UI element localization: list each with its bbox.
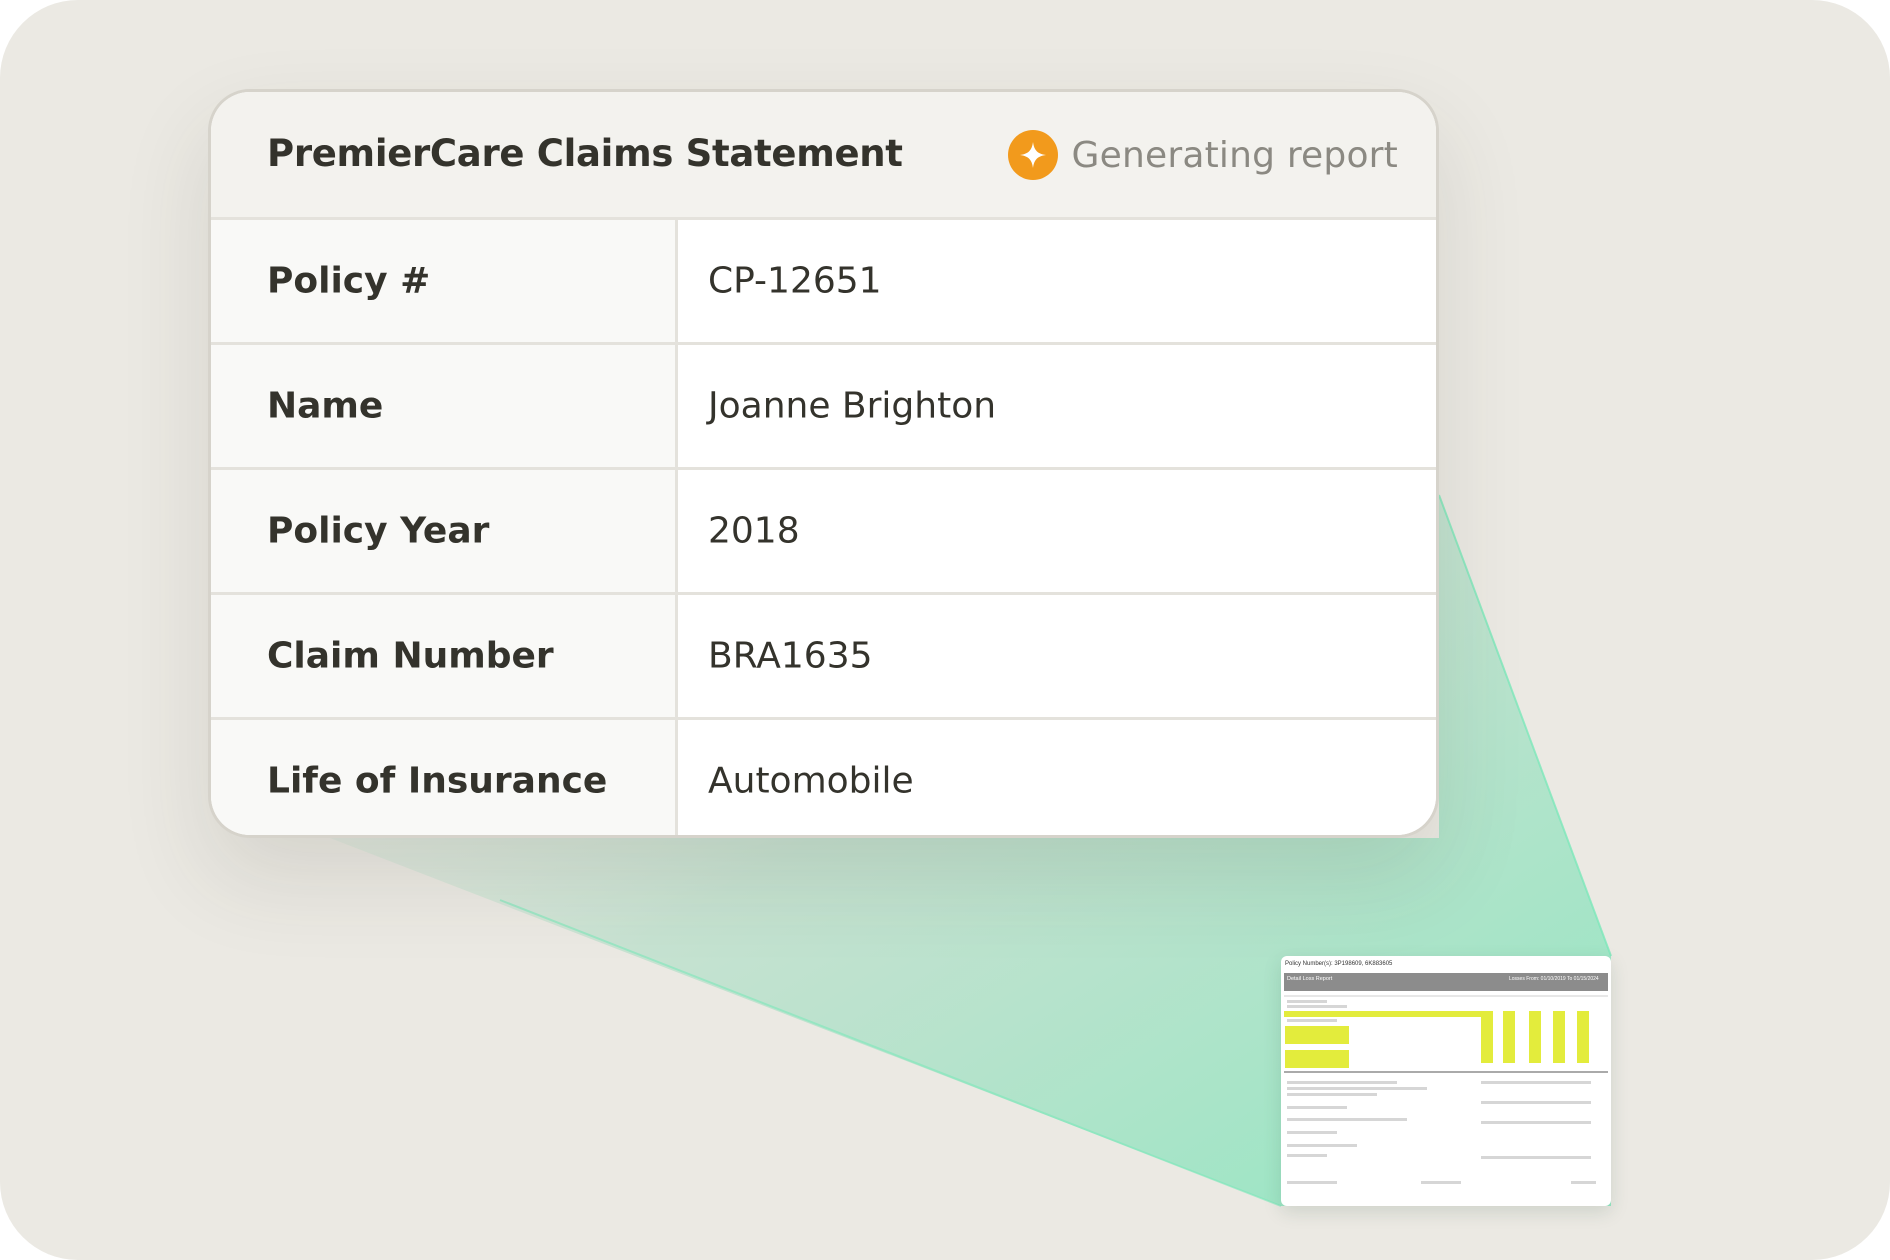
row-label: Claim Number xyxy=(267,635,554,677)
row-value-cell: Joanne Brighton xyxy=(678,345,1436,467)
row-label-cell: Life of Insurance xyxy=(211,720,678,835)
row-policy-year: Policy Year 2018 xyxy=(211,470,1436,595)
row-label-cell: Claim Number xyxy=(211,595,678,717)
row-label: Name xyxy=(267,385,384,427)
row-name: Name Joanne Brighton xyxy=(211,345,1436,470)
generating-status: Generating report xyxy=(1007,130,1398,180)
row-value: 2018 xyxy=(708,510,800,552)
claims-statement-card: PremierCare Claims Statement Generating … xyxy=(208,89,1439,838)
row-label: Policy Year xyxy=(267,510,490,552)
row-value: BRA1635 xyxy=(708,635,873,677)
row-label-cell: Name xyxy=(211,345,678,467)
row-value: CP-12651 xyxy=(708,260,882,302)
sparkle-icon xyxy=(1007,130,1058,180)
card-title: PremierCare Claims Statement xyxy=(267,132,903,175)
canvas-background: PremierCare Claims Statement Generating … xyxy=(0,0,1890,1260)
card-header: PremierCare Claims Statement Generating … xyxy=(211,92,1436,220)
row-value-cell: 2018 xyxy=(678,470,1436,592)
source-document-thumbnail: Policy Number(s): 3P198609, 6K883605 Det… xyxy=(1281,956,1611,1206)
row-label: Life of Insurance xyxy=(267,760,608,802)
row-claim-number: Claim Number BRA1635 xyxy=(211,595,1436,720)
row-label-cell: Policy # xyxy=(211,220,678,342)
doc-banner-title: Detail Loss Report xyxy=(1287,976,1333,982)
row-label: Policy # xyxy=(267,260,431,302)
row-value: Automobile xyxy=(708,760,914,802)
status-text: Generating report xyxy=(1071,134,1398,176)
claim-details-table: Policy # CP-12651 Name Joanne Brighton P… xyxy=(211,220,1436,835)
row-life-of-insurance: Life of Insurance Automobile xyxy=(211,720,1436,835)
row-value-cell: CP-12651 xyxy=(678,220,1436,342)
row-value-cell: Automobile xyxy=(678,720,1436,835)
doc-header-text: Policy Number(s): 3P198609, 6K883605 xyxy=(1285,961,1393,967)
row-value-cell: BRA1635 xyxy=(678,595,1436,717)
row-label-cell: Policy Year xyxy=(211,470,678,592)
row-value: Joanne Brighton xyxy=(708,385,997,427)
doc-banner-right: Losses From: 01/10/2019 To 01/15/2024 xyxy=(1509,976,1599,982)
row-policy-number: Policy # CP-12651 xyxy=(211,220,1436,345)
